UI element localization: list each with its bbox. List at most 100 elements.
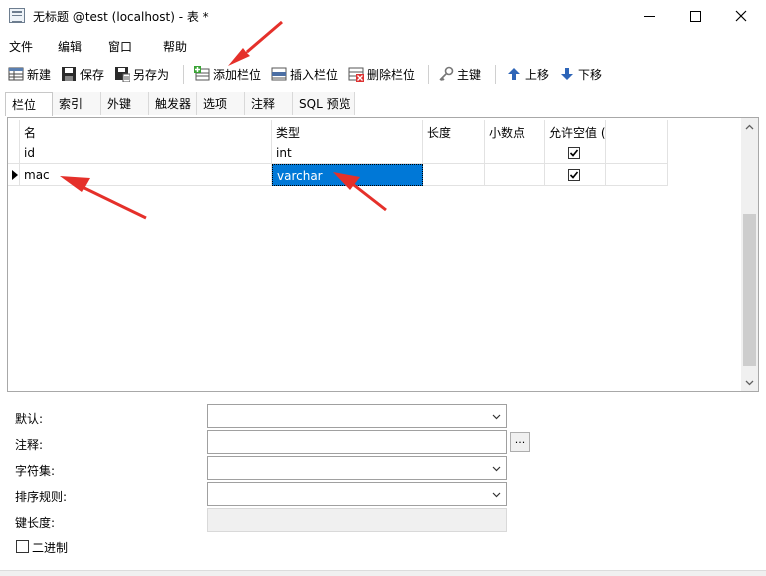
toolbar: 新建 保存 另存为 添加栏位 插入栏位 删除栏位 主键 上移 下移 xyxy=(0,60,766,88)
cell-decimals[interactable] xyxy=(485,142,545,164)
cell-name[interactable]: id xyxy=(20,142,272,164)
scrollbar-thumb[interactable] xyxy=(743,214,756,366)
cell-type-selected[interactable]: varchar xyxy=(272,164,423,186)
add-field-button[interactable]: 添加栏位 xyxy=(194,65,261,83)
scroll-down-arrow-icon[interactable] xyxy=(741,374,758,391)
header-name[interactable]: 名 xyxy=(20,120,272,142)
collation-dropdown[interactable] xyxy=(207,482,507,506)
close-button[interactable] xyxy=(718,0,764,32)
cell-blank xyxy=(606,142,668,164)
menu-window[interactable]: 窗口 xyxy=(108,38,132,55)
arrow-up-icon xyxy=(508,68,520,80)
primary-key-label: 主键 xyxy=(457,67,482,82)
vertical-scrollbar[interactable] xyxy=(741,118,758,391)
chevron-down-icon xyxy=(492,492,501,498)
allow-null-checkbox[interactable] xyxy=(568,147,580,159)
chevron-down-icon xyxy=(492,466,501,472)
tab-triggers[interactable]: 触发器 xyxy=(149,92,197,115)
key-length-field xyxy=(207,508,507,532)
cell-length[interactable] xyxy=(423,164,485,186)
cell-decimals[interactable] xyxy=(485,164,545,186)
tab-foreign-keys[interactable]: 外键 xyxy=(101,92,149,115)
comment-more-button[interactable]: ... xyxy=(510,432,530,452)
cell-allow-null[interactable] xyxy=(545,142,606,164)
comment-field[interactable] xyxy=(207,430,507,454)
binary-label: 二进制 xyxy=(32,541,69,555)
key-length-label: 键长度: xyxy=(15,516,56,530)
table-row[interactable]: id int xyxy=(8,142,668,164)
new-table-icon xyxy=(8,67,24,81)
menu-help[interactable]: 帮助 xyxy=(163,38,187,55)
cell-allow-null[interactable] xyxy=(545,164,606,186)
row-indicator-header xyxy=(8,120,20,142)
title-bar: 无标题 @test (localhost) - 表 * xyxy=(0,0,766,32)
charset-label: 字符集: xyxy=(15,464,56,478)
header-type[interactable]: 类型 xyxy=(272,120,423,142)
check-icon xyxy=(569,171,579,179)
allow-null-checkbox[interactable] xyxy=(568,169,580,181)
table-app-icon xyxy=(9,8,25,23)
cell-name[interactable]: mac xyxy=(20,164,272,186)
binary-checkbox[interactable] xyxy=(16,540,29,553)
fields-grid: 名 类型 长度 小数点 允许空值 ( id int mac varchar xyxy=(7,117,759,392)
chevron-down-icon xyxy=(492,414,501,420)
add-field-label: 添加栏位 xyxy=(213,67,262,82)
comment-label: 注释: xyxy=(15,438,44,452)
menu-file[interactable]: 文件 xyxy=(9,38,33,55)
scroll-up-arrow-icon[interactable] xyxy=(741,118,758,135)
cell-length[interactable] xyxy=(423,142,485,164)
move-up-label: 上移 xyxy=(525,67,550,82)
tab-fields[interactable]: 栏位 xyxy=(5,92,53,116)
toolbar-separator xyxy=(428,65,429,84)
tab-options[interactable]: 选项 xyxy=(197,92,245,115)
new-button[interactable]: 新建 xyxy=(8,65,51,83)
close-icon xyxy=(735,10,747,22)
save-label: 保存 xyxy=(80,67,105,82)
minimize-button[interactable] xyxy=(626,0,672,32)
save-as-label: 另存为 xyxy=(133,67,170,82)
charset-dropdown[interactable] xyxy=(207,456,507,480)
key-icon xyxy=(439,66,454,82)
insert-field-button[interactable]: 插入栏位 xyxy=(271,65,338,83)
cell-type[interactable]: int xyxy=(272,142,423,164)
insert-field-label: 插入栏位 xyxy=(290,67,339,82)
delete-field-button[interactable]: 删除栏位 xyxy=(348,65,415,83)
maximize-button[interactable] xyxy=(672,0,718,32)
tab-indexes[interactable]: 索引 xyxy=(53,92,101,115)
add-field-icon xyxy=(194,66,210,81)
delete-field-icon xyxy=(348,67,364,82)
tab-sql-preview[interactable]: SQL 预览 xyxy=(293,92,355,115)
new-label: 新建 xyxy=(27,67,52,82)
current-row-marker-icon xyxy=(12,170,18,180)
status-bar xyxy=(0,570,766,576)
default-label: 默认: xyxy=(15,412,44,426)
default-dropdown[interactable] xyxy=(207,404,507,428)
toolbar-separator xyxy=(183,65,184,84)
row-indicator xyxy=(8,164,20,186)
row-indicator xyxy=(8,142,20,164)
toolbar-separator xyxy=(495,65,496,84)
minimize-icon xyxy=(643,15,655,17)
move-up-button[interactable]: 上移 xyxy=(506,65,549,83)
header-decimals[interactable]: 小数点 xyxy=(485,120,545,142)
save-as-button[interactable]: 另存为 xyxy=(114,65,169,83)
insert-field-icon xyxy=(271,67,287,81)
tab-comment[interactable]: 注释 xyxy=(245,92,293,115)
header-blank xyxy=(606,120,668,142)
move-down-button[interactable]: 下移 xyxy=(559,65,602,83)
menu-edit[interactable]: 编辑 xyxy=(58,38,82,55)
primary-key-button[interactable]: 主键 xyxy=(438,65,481,83)
window-title: 无标题 @test (localhost) - 表 * xyxy=(33,10,209,24)
cell-blank xyxy=(606,164,668,186)
header-allow-null[interactable]: 允许空值 ( xyxy=(545,120,606,142)
header-length[interactable]: 长度 xyxy=(423,120,485,142)
save-button[interactable]: 保存 xyxy=(61,65,104,83)
table-row[interactable]: mac varchar xyxy=(8,164,668,186)
maximize-icon xyxy=(689,10,701,22)
grid-header-row: 名 类型 长度 小数点 允许空值 ( xyxy=(8,120,668,142)
collation-label: 排序规则: xyxy=(15,490,68,504)
save-icon xyxy=(62,67,76,81)
save-as-icon xyxy=(115,67,130,82)
delete-field-label: 删除栏位 xyxy=(367,67,416,82)
arrow-down-icon xyxy=(561,68,573,80)
